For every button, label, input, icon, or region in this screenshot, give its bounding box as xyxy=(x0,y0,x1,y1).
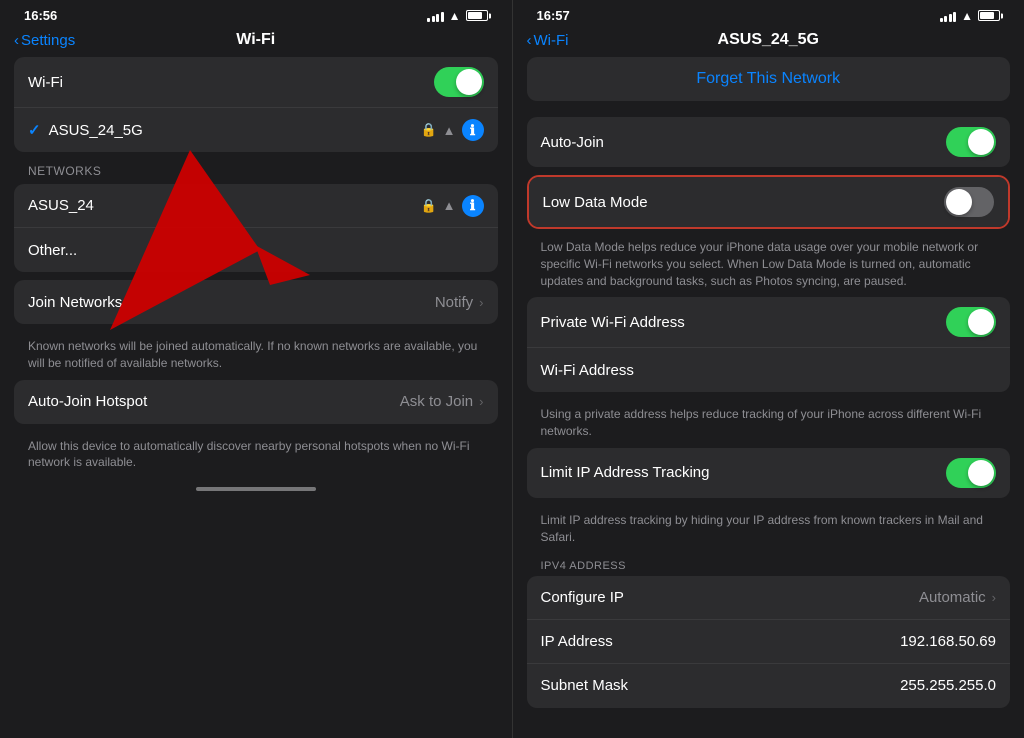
network-asus24-name: ASUS_24 xyxy=(28,197,94,214)
asus24-wifi-icon: ▲ xyxy=(443,198,456,213)
wifi-toggle[interactable] xyxy=(434,67,484,97)
private-wifi-row: Private Wi-Fi Address xyxy=(527,297,1011,348)
other-network-label: Other... xyxy=(28,242,77,259)
other-network-row[interactable]: Other... xyxy=(14,228,498,272)
configure-ip-value: Automatic xyxy=(919,589,986,606)
low-data-toggle[interactable] xyxy=(944,187,994,217)
auto-join-desc: Allow this device to automatically disco… xyxy=(14,432,498,480)
subnet-mask-label: Subnet Mask xyxy=(541,677,629,694)
subnet-mask-value: 255.255.255.0 xyxy=(900,677,996,694)
join-networks-section: Join Networks Notify › xyxy=(14,280,498,324)
asus24-info-button[interactable]: ℹ xyxy=(462,195,484,217)
limit-ip-section: Limit IP Address Tracking xyxy=(527,448,1011,498)
left-nav-bar: ‹ Settings Wi-Fi xyxy=(14,27,498,57)
left-nav-title: Wi-Fi xyxy=(236,31,275,49)
low-data-highlight-box: Low Data Mode xyxy=(527,175,1011,229)
limit-ip-desc: Limit IP address tracking by hiding your… xyxy=(527,506,1011,554)
ip-address-value: 192.168.50.69 xyxy=(900,633,996,650)
limit-ip-label: Limit IP Address Tracking xyxy=(541,464,710,481)
limit-ip-toggle[interactable] xyxy=(946,458,996,488)
private-wifi-label: Private Wi-Fi Address xyxy=(541,314,685,331)
right-back-label: Wi-Fi xyxy=(534,32,569,49)
signal-icon xyxy=(427,10,444,22)
network-asus24-row[interactable]: ASUS_24 🔒 ▲ ℹ xyxy=(14,184,498,228)
forget-network-section: Forget This Network xyxy=(527,57,1011,101)
right-status-right: ▲ xyxy=(940,9,1000,23)
left-home-indicator xyxy=(196,487,316,491)
configure-ip-label: Configure IP xyxy=(541,589,624,606)
right-battery-icon xyxy=(978,10,1000,21)
configure-ip-chevron: › xyxy=(992,590,996,605)
private-wifi-toggle[interactable] xyxy=(946,307,996,337)
wifi-address-row: Wi-Fi Address xyxy=(527,348,1011,392)
join-networks-chevron: › xyxy=(479,295,483,310)
left-back-label: Settings xyxy=(21,32,75,49)
auto-join-detail-label: Auto-Join xyxy=(541,134,604,151)
right-wifi-icon: ▲ xyxy=(961,9,973,23)
auto-join-chevron: › xyxy=(479,394,483,409)
auto-join-hotspot-label: Auto-Join Hotspot xyxy=(28,393,147,410)
forget-network-label: Forget This Network xyxy=(696,70,840,88)
private-wifi-section: Private Wi-Fi Address Wi-Fi Address xyxy=(527,297,1011,392)
connected-network-name: ASUS_24_5G xyxy=(49,122,143,139)
low-data-desc: Low Data Mode helps reduce your iPhone d… xyxy=(527,233,1011,297)
join-networks-value: Notify xyxy=(435,294,473,311)
limit-ip-row: Limit IP Address Tracking xyxy=(527,448,1011,498)
right-signal-icon xyxy=(940,10,957,22)
ipv4-section: Configure IP Automatic › IP Address 192.… xyxy=(527,576,1011,708)
left-status-bar: 16:56 ▲ xyxy=(14,0,498,27)
subnet-mask-row: Subnet Mask 255.255.255.0 xyxy=(527,664,1011,708)
join-networks-row[interactable]: Join Networks Notify › xyxy=(14,280,498,324)
auto-join-toggle[interactable] xyxy=(946,127,996,157)
left-back-button[interactable]: ‹ Settings xyxy=(14,32,75,49)
lock-icon: 🔒 xyxy=(420,122,436,138)
main-container: 16:56 ▲ ‹ Settings Wi-Fi xyxy=(0,0,1024,738)
wifi-icon: ▲ xyxy=(449,9,461,23)
left-status-right: ▲ xyxy=(427,9,487,23)
left-phone: 16:56 ▲ ‹ Settings Wi-Fi xyxy=(0,0,513,738)
networks-list: ASUS_24 🔒 ▲ ℹ Other... xyxy=(14,184,498,272)
wifi-signal-icon: ▲ xyxy=(443,123,456,138)
right-nav-bar: ‹ Wi-Fi ASUS_24_5G xyxy=(527,27,1011,57)
ip-address-row: IP Address 192.168.50.69 xyxy=(527,620,1011,664)
battery-icon xyxy=(466,10,488,21)
auto-join-hotspot-row[interactable]: Auto-Join Hotspot Ask to Join › xyxy=(14,380,498,424)
connected-network-row[interactable]: ✓ ASUS_24_5G 🔒 ▲ ℹ xyxy=(14,108,498,152)
right-back-button[interactable]: ‹ Wi-Fi xyxy=(527,32,569,49)
wifi-label: Wi-Fi xyxy=(28,74,63,91)
wifi-address-label: Wi-Fi Address xyxy=(541,362,634,379)
asus24-lock-icon: 🔒 xyxy=(420,198,436,214)
wifi-address-desc: Using a private address helps reduce tra… xyxy=(527,400,1011,448)
join-networks-desc: Known networks will be joined automatica… xyxy=(14,332,498,380)
configure-ip-row[interactable]: Configure IP Automatic › xyxy=(527,576,1011,620)
auto-join-detail-section: Auto-Join xyxy=(527,117,1011,167)
ipv4-section-label: IPV4 ADDRESS xyxy=(527,554,1011,576)
low-data-section: Low Data Mode xyxy=(529,177,1009,227)
checkmark-icon: ✓ xyxy=(28,121,41,139)
low-data-label: Low Data Mode xyxy=(543,194,648,211)
ip-address-label: IP Address xyxy=(541,633,613,650)
networks-section-label: NETWORKS xyxy=(14,160,498,184)
wifi-toggle-row: Wi-Fi xyxy=(14,57,498,108)
right-phone: 16:57 ▲ ‹ Wi-Fi ASUS_24_5G xyxy=(513,0,1024,738)
auto-join-section: Auto-Join Hotspot Ask to Join › xyxy=(14,380,498,424)
right-status-bar: 16:57 ▲ xyxy=(527,0,1011,27)
right-time: 16:57 xyxy=(537,8,570,23)
network-info-button[interactable]: ℹ xyxy=(462,119,484,141)
forget-network-button[interactable]: Forget This Network xyxy=(527,57,1011,101)
left-time: 16:56 xyxy=(24,8,57,23)
auto-join-hotspot-value: Ask to Join xyxy=(400,393,473,410)
low-data-row: Low Data Mode xyxy=(529,177,1009,227)
right-nav-title: ASUS_24_5G xyxy=(718,31,819,49)
wifi-toggle-section: Wi-Fi ✓ ASUS_24_5G 🔒 ▲ ℹ xyxy=(14,57,498,152)
auto-join-detail-row: Auto-Join xyxy=(527,117,1011,167)
join-networks-label: Join Networks xyxy=(28,294,122,311)
